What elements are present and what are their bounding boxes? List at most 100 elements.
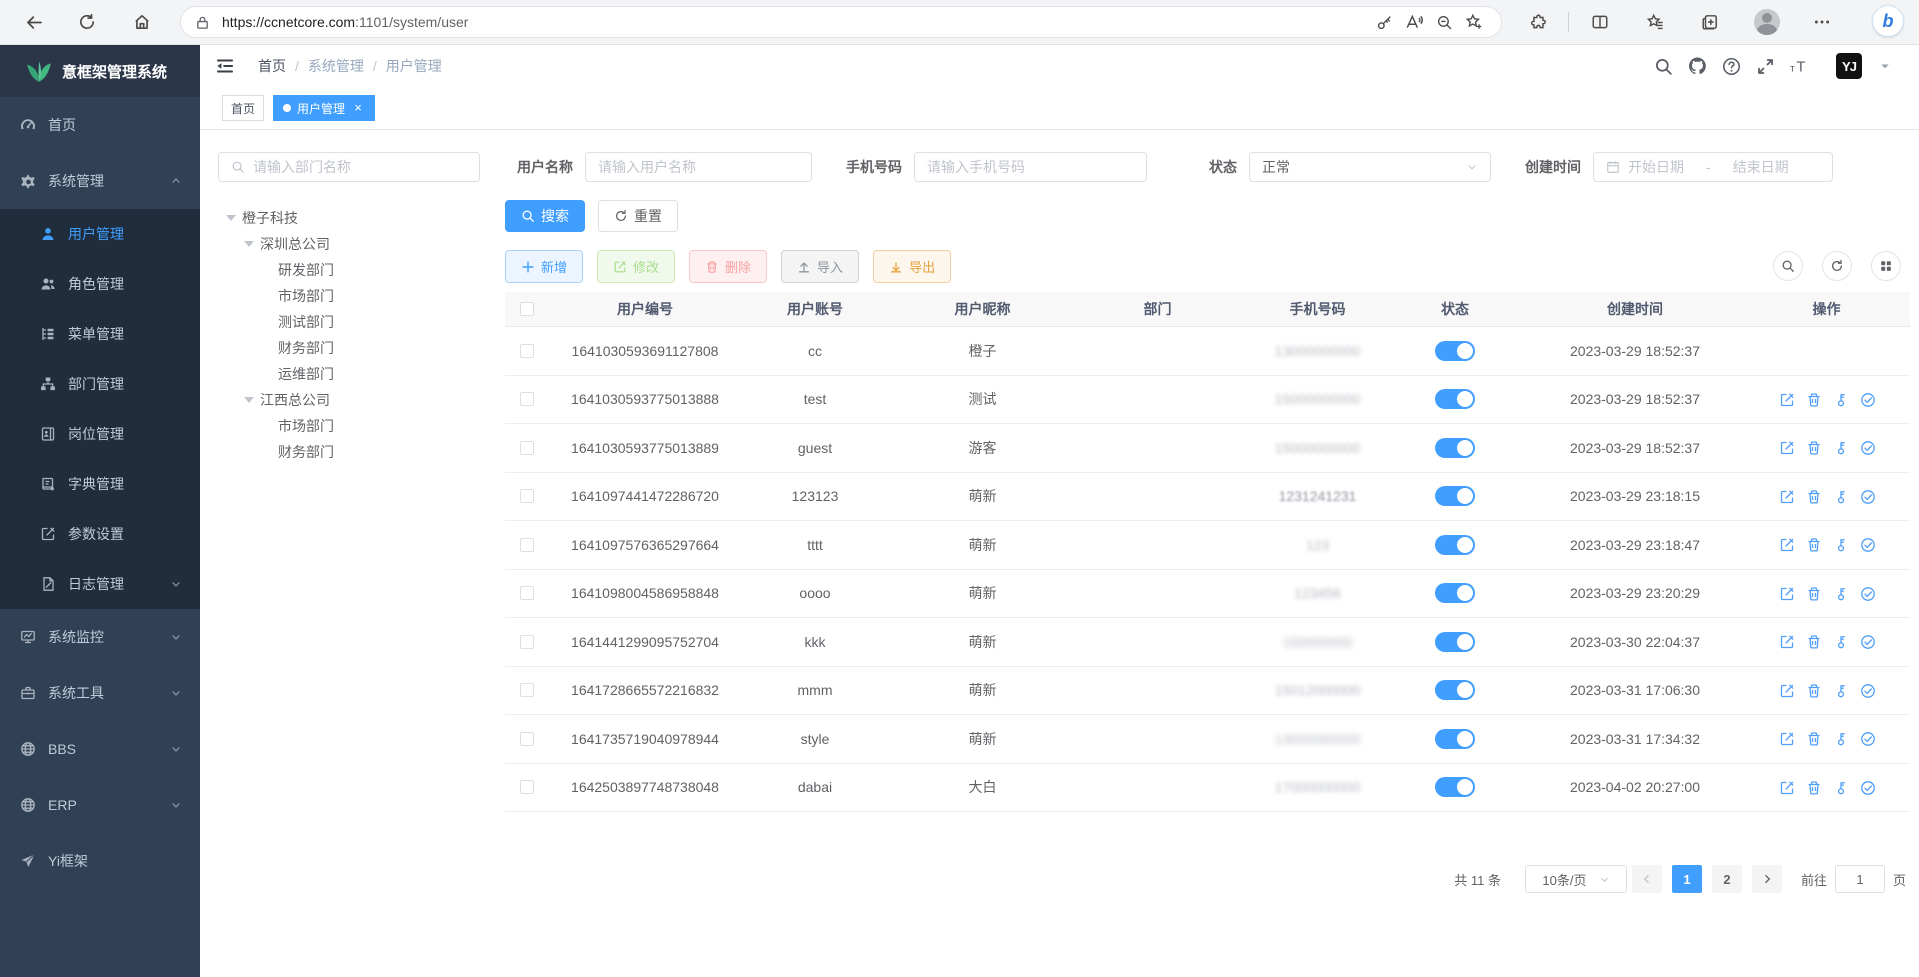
page-button-2[interactable]: 2 bbox=[1712, 865, 1742, 893]
profile-avatar[interactable] bbox=[1751, 6, 1783, 38]
row-checkbox[interactable] bbox=[520, 344, 534, 358]
row-reset-password-button[interactable] bbox=[1833, 392, 1848, 407]
status-toggle[interactable] bbox=[1435, 583, 1475, 603]
row-assign-role-button[interactable] bbox=[1860, 586, 1875, 601]
favorites-icon[interactable] bbox=[1639, 6, 1671, 38]
row-assign-role-button[interactable] bbox=[1860, 440, 1875, 455]
row-edit-button[interactable] bbox=[1779, 440, 1794, 455]
status-toggle[interactable] bbox=[1435, 777, 1475, 797]
edit-button[interactable]: 修改 bbox=[597, 250, 675, 283]
tree-node-研发部门[interactable]: 研发部门 bbox=[218, 257, 480, 283]
row-checkbox[interactable] bbox=[520, 635, 534, 649]
help-icon[interactable] bbox=[1722, 57, 1741, 76]
status-toggle[interactable] bbox=[1435, 680, 1475, 700]
row-delete-button[interactable] bbox=[1806, 586, 1821, 601]
address-bar[interactable]: https://ccnetcore.com:1101/system/user bbox=[180, 6, 1502, 38]
user-avatar[interactable]: YJ bbox=[1836, 53, 1862, 79]
row-edit-button[interactable] bbox=[1779, 683, 1794, 698]
tree-node-测试部门[interactable]: 测试部门 bbox=[218, 309, 480, 335]
row-edit-button[interactable] bbox=[1779, 586, 1794, 601]
date-range-input[interactable]: 开始日期 - 结束日期 bbox=[1593, 152, 1833, 182]
split-screen-icon[interactable] bbox=[1584, 6, 1616, 38]
row-checkbox[interactable] bbox=[520, 441, 534, 455]
row-assign-role-button[interactable] bbox=[1860, 489, 1875, 504]
breadcrumb-item[interactable]: 系统管理 bbox=[308, 56, 364, 76]
row-reset-password-button[interactable] bbox=[1833, 634, 1848, 649]
row-assign-role-button[interactable] bbox=[1860, 537, 1875, 552]
browser-menu-button[interactable] bbox=[1806, 6, 1838, 38]
username-input[interactable]: 请输入用户名称 bbox=[585, 152, 812, 182]
search-button[interactable]: 搜索 bbox=[505, 200, 585, 232]
sidebar-item-参数设置[interactable]: 参数设置 bbox=[0, 509, 200, 559]
row-checkbox[interactable] bbox=[520, 780, 534, 794]
close-icon[interactable]: × bbox=[351, 101, 365, 115]
sidebar-item-菜单管理[interactable]: 菜单管理 bbox=[0, 309, 200, 359]
tree-caret-icon[interactable] bbox=[244, 397, 254, 403]
font-size-icon[interactable]: тT bbox=[1790, 57, 1809, 76]
sidebar-toggle-icon[interactable] bbox=[216, 57, 234, 75]
import-button[interactable]: 导入 bbox=[781, 250, 859, 283]
row-edit-button[interactable] bbox=[1779, 731, 1794, 746]
sidebar-item-角色管理[interactable]: 角色管理 bbox=[0, 259, 200, 309]
row-delete-button[interactable] bbox=[1806, 392, 1821, 407]
tab-首页[interactable]: 首页 bbox=[222, 95, 264, 121]
page-size-select[interactable]: 10条/页 bbox=[1525, 865, 1627, 893]
sidebar-item-日志管理[interactable]: 日志管理 bbox=[0, 559, 200, 609]
status-toggle[interactable] bbox=[1435, 486, 1475, 506]
row-reset-password-button[interactable] bbox=[1833, 683, 1848, 698]
add-button[interactable]: 新增 bbox=[505, 250, 583, 283]
tree-caret-icon[interactable] bbox=[244, 241, 254, 247]
extensions-icon[interactable] bbox=[1523, 6, 1555, 38]
row-edit-button[interactable] bbox=[1779, 634, 1794, 649]
row-reset-password-button[interactable] bbox=[1833, 586, 1848, 601]
sidebar-item-erp[interactable]: ERP bbox=[0, 777, 200, 833]
row-checkbox[interactable] bbox=[520, 538, 534, 552]
tree-node-运维部门[interactable]: 运维部门 bbox=[218, 361, 480, 387]
sidebar-item-系统管理[interactable]: 系统管理 bbox=[0, 153, 200, 209]
refresh-table-button[interactable] bbox=[1822, 251, 1852, 281]
row-checkbox[interactable] bbox=[520, 586, 534, 600]
bing-chat-button[interactable]: b bbox=[1872, 5, 1904, 37]
zoom-out-icon[interactable] bbox=[1429, 7, 1459, 37]
tab-用户管理[interactable]: 用户管理× bbox=[273, 95, 375, 121]
show-search-button[interactable] bbox=[1773, 251, 1803, 281]
password-key-icon[interactable] bbox=[1369, 7, 1399, 37]
row-edit-button[interactable] bbox=[1779, 392, 1794, 407]
row-reset-password-button[interactable] bbox=[1833, 489, 1848, 504]
status-toggle[interactable] bbox=[1435, 535, 1475, 555]
status-toggle[interactable] bbox=[1435, 632, 1475, 652]
collections-icon[interactable] bbox=[1694, 6, 1726, 38]
row-checkbox[interactable] bbox=[520, 732, 534, 746]
sidebar-item-系统监控[interactable]: 系统监控 bbox=[0, 609, 200, 665]
sidebar-item-bbs[interactable]: BBS bbox=[0, 721, 200, 777]
goto-page-input[interactable]: 1 bbox=[1835, 865, 1885, 893]
tree-node-市场部门[interactable]: 市场部门 bbox=[218, 413, 480, 439]
row-assign-role-button[interactable] bbox=[1860, 780, 1875, 795]
row-delete-button[interactable] bbox=[1806, 537, 1821, 552]
status-toggle[interactable] bbox=[1435, 438, 1475, 458]
row-delete-button[interactable] bbox=[1806, 489, 1821, 504]
sidebar-item-字典管理[interactable]: 字典管理 bbox=[0, 459, 200, 509]
tree-node-财务部门[interactable]: 财务部门 bbox=[218, 439, 480, 465]
browser-refresh-button[interactable] bbox=[70, 5, 104, 39]
row-reset-password-button[interactable] bbox=[1833, 731, 1848, 746]
select-all-checkbox[interactable] bbox=[520, 302, 534, 316]
row-assign-role-button[interactable] bbox=[1860, 683, 1875, 698]
breadcrumb-item[interactable]: 首页 bbox=[258, 56, 286, 76]
row-delete-button[interactable] bbox=[1806, 683, 1821, 698]
row-reset-password-button[interactable] bbox=[1833, 537, 1848, 552]
row-reset-password-button[interactable] bbox=[1833, 440, 1848, 455]
status-toggle[interactable] bbox=[1435, 729, 1475, 749]
favorite-add-icon[interactable] bbox=[1459, 7, 1489, 37]
row-reset-password-button[interactable] bbox=[1833, 780, 1848, 795]
fullscreen-icon[interactable] bbox=[1756, 57, 1775, 76]
tree-node-江西总公司[interactable]: 江西总公司 bbox=[218, 387, 480, 413]
tree-caret-icon[interactable] bbox=[226, 215, 236, 221]
sidebar-item-岗位管理[interactable]: 岗位管理 bbox=[0, 409, 200, 459]
tree-node-橙子科技[interactable]: 橙子科技 bbox=[218, 205, 480, 231]
row-checkbox[interactable] bbox=[520, 683, 534, 697]
row-edit-button[interactable] bbox=[1779, 780, 1794, 795]
sidebar-item-部门管理[interactable]: 部门管理 bbox=[0, 359, 200, 409]
sidebar-item-用户管理[interactable]: 用户管理 bbox=[0, 209, 200, 259]
phone-input[interactable]: 请输入手机号码 bbox=[914, 152, 1147, 182]
